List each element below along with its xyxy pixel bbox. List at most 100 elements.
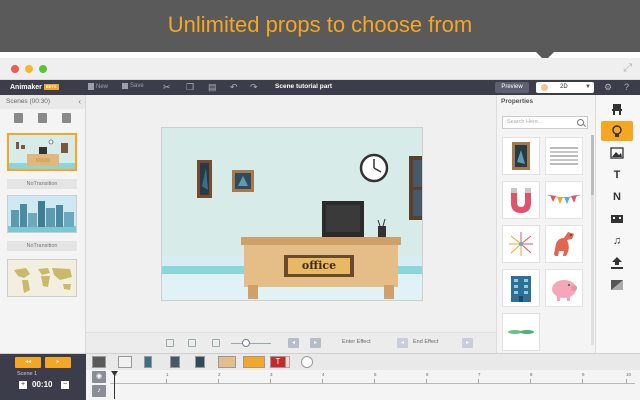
- video-icon[interactable]: [601, 209, 633, 229]
- cut-icon[interactable]: ✂: [163, 82, 171, 93]
- tick-7: 7: [478, 372, 481, 384]
- office-scene-art: [197, 153, 422, 299]
- text-track-item[interactable]: T: [270, 356, 286, 368]
- music-icon[interactable]: ♫: [601, 231, 633, 251]
- project-title[interactable]: Scene tutorial part: [275, 83, 332, 90]
- zoom-slider-track[interactable]: [231, 343, 271, 344]
- scenes-title: Scenes (00:30): [6, 98, 51, 105]
- add-scene-icon[interactable]: [13, 113, 23, 123]
- enter-effect-label[interactable]: Enter Effect: [342, 339, 371, 345]
- end-effect-next-icon[interactable]: ▸: [462, 338, 473, 348]
- paste-icon[interactable]: ▤: [208, 82, 217, 93]
- scene-thumbnail-2[interactable]: [7, 195, 77, 233]
- upload-icon[interactable]: [601, 253, 633, 273]
- prop-item-dinosaur[interactable]: [545, 225, 583, 263]
- prop-item-building[interactable]: [502, 269, 540, 307]
- props-search-input[interactable]: Search Here...: [502, 116, 588, 129]
- increase-duration-button[interactable]: +: [19, 381, 27, 389]
- leaves-icon: [508, 330, 534, 334]
- chair-icon[interactable]: [601, 99, 633, 119]
- rewind-button[interactable]: ◂◂: [15, 357, 41, 368]
- undo-icon[interactable]: ↶: [230, 82, 238, 93]
- scene-label: Scene 1: [17, 371, 38, 377]
- number-icon[interactable]: N: [601, 187, 633, 207]
- prop-item-paper-stack[interactable]: [545, 137, 583, 175]
- nameplate-track-item[interactable]: [243, 356, 265, 368]
- canvas-workspace: office ◂ ▸ Enter Effect ◂ End Effect ▸: [86, 95, 496, 353]
- copy-icon[interactable]: ❐: [186, 82, 194, 93]
- grid-icon[interactable]: [188, 339, 196, 347]
- scene-canvas[interactable]: office: [161, 127, 423, 301]
- asset-category-toolbar: T N ♫: [595, 95, 640, 353]
- canvas-controls: ◂ ▸ Enter Effect ◂ End Effect ▸: [86, 332, 496, 353]
- scene-transition-2[interactable]: NoTransition: [7, 241, 77, 251]
- prop-item-leaves[interactable]: [502, 313, 540, 351]
- preview-button[interactable]: Preview: [495, 82, 529, 93]
- help-icon[interactable]: ?: [624, 82, 629, 92]
- tick-2: 2: [218, 372, 221, 384]
- magnet-icon: [511, 188, 531, 213]
- tick-4: 4: [322, 372, 325, 384]
- prop-item-piggy-bank[interactable]: [545, 269, 583, 307]
- music-track-icon[interactable]: ♪: [92, 385, 106, 397]
- desk-nameplate: office: [301, 259, 337, 272]
- text-icon[interactable]: T: [601, 165, 633, 185]
- desk-track-item[interactable]: [218, 356, 236, 368]
- end-effect-label[interactable]: End Effect: [413, 339, 438, 345]
- image-icon[interactable]: [601, 143, 633, 163]
- window-track-item[interactable]: [170, 356, 180, 368]
- delete-scene-icon[interactable]: [62, 113, 72, 123]
- prop-item-fireworks[interactable]: [502, 225, 540, 263]
- camera-icon[interactable]: ◉: [92, 371, 106, 383]
- lightbulb-track-icon[interactable]: [118, 356, 132, 368]
- tick-8: 8: [530, 372, 533, 384]
- timeline-element-strip: T: [86, 354, 640, 370]
- clock-track-item[interactable]: [301, 356, 313, 368]
- save-button[interactable]: Save: [122, 83, 144, 89]
- timeline-scene-controls: ◂◂ ▸ Scene 1 + 00:10 −: [0, 354, 86, 400]
- zoom-slider-handle[interactable]: [242, 339, 250, 347]
- dinosaur-icon: [554, 232, 574, 256]
- new-button[interactable]: New: [88, 83, 108, 90]
- expand-icon[interactable]: ⤢: [623, 62, 632, 75]
- tick-1: 1: [166, 372, 169, 384]
- scene-thumbnail-1[interactable]: [7, 133, 77, 171]
- background-icon[interactable]: [601, 275, 633, 295]
- scene-duration: 00:10: [32, 380, 53, 389]
- tall-frame-icon: [512, 142, 530, 170]
- prop-item-bunting[interactable]: [545, 181, 583, 219]
- decrease-duration-button[interactable]: −: [61, 381, 69, 389]
- redo-icon[interactable]: ↷: [250, 82, 258, 93]
- save-icon: [122, 83, 128, 89]
- scene-thumbnail-3[interactable]: [7, 259, 77, 297]
- city-thumbnail-art: [8, 201, 76, 232]
- fit-screen-icon[interactable]: [166, 339, 174, 347]
- properties-scrollbar-thumb[interactable]: [591, 135, 594, 195]
- collapse-panel-icon[interactable]: ‹: [78, 95, 81, 109]
- zoom-out-icon[interactable]: [212, 339, 220, 347]
- camera-track-icon[interactable]: [92, 356, 106, 368]
- close-window-button[interactable]: [11, 65, 19, 73]
- tall-frame-track-item[interactable]: [144, 356, 152, 368]
- maximize-window-button[interactable]: [39, 65, 47, 73]
- scene-transition-1[interactable]: NoTransition: [7, 179, 77, 189]
- minimize-window-button[interactable]: [25, 65, 33, 73]
- search-icon[interactable]: [577, 119, 584, 126]
- prop-item-tall-frame[interactable]: [502, 137, 540, 175]
- scenes-header: Scenes (00:30) ‹: [0, 95, 85, 109]
- properties-scrollbar[interactable]: [591, 135, 594, 345]
- resolution-select[interactable]: 2D ▼: [536, 82, 594, 93]
- play-button[interactable]: ▸: [45, 357, 71, 368]
- lightbulb-icon[interactable]: [601, 121, 633, 141]
- banner-headline: Unlimited props to choose from: [167, 12, 473, 37]
- tick-6: 6: [426, 372, 429, 384]
- gear-icon[interactable]: ⚙: [604, 82, 612, 93]
- bunting-icon: [547, 194, 581, 204]
- prop-item-magnet[interactable]: [502, 181, 540, 219]
- small-frame-track-item[interactable]: [195, 356, 205, 368]
- enter-effect-play-icon[interactable]: ▸: [310, 338, 321, 348]
- enter-effect-prev-icon[interactable]: ◂: [288, 338, 299, 348]
- end-effect-prev-icon[interactable]: ◂: [397, 338, 408, 348]
- duplicate-scene-icon[interactable]: [37, 113, 47, 123]
- timeline-ruler[interactable]: 0 1 2 3 4 5 6 7 8 9 10: [110, 372, 635, 384]
